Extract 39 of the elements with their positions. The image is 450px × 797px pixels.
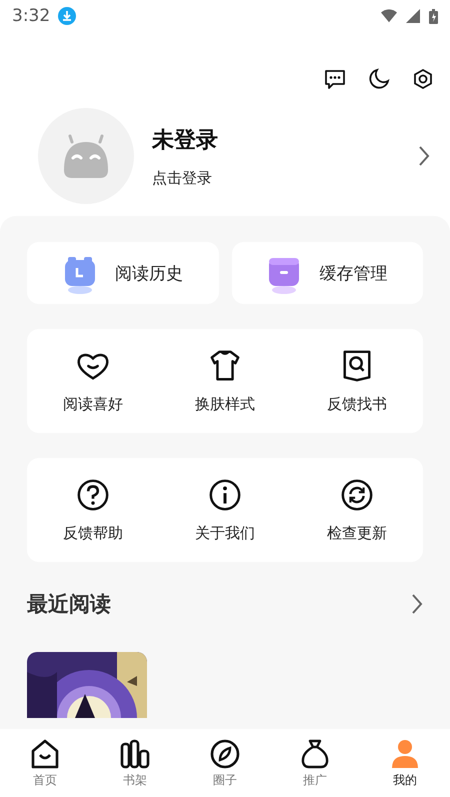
box-card-icon <box>267 256 302 296</box>
download-icon <box>58 7 76 25</box>
signal-icon <box>405 9 421 23</box>
status-time: 3:32 <box>12 6 50 26</box>
nav-tab[interactable]: 推广 <box>270 729 360 797</box>
chevron-right-icon <box>418 145 430 167</box>
nav-tab[interactable]: 首页 <box>0 729 90 797</box>
login-row[interactable]: 未登录 点击登录 <box>0 90 450 216</box>
menu-item[interactable]: 阅读喜好 <box>27 329 159 433</box>
battery-icon <box>429 8 438 24</box>
section-title: 最近阅读 <box>27 591 111 618</box>
menu-item[interactable]: 反馈找书 <box>291 329 423 433</box>
help-icon <box>76 478 110 512</box>
menu-item[interactable]: 反馈帮助 <box>27 458 159 562</box>
nav-tab[interactable]: 书架 <box>90 729 180 797</box>
shirt-icon <box>208 348 242 382</box>
chevron-right-icon[interactable] <box>411 593 423 615</box>
refresh-icon <box>340 478 374 512</box>
person-icon <box>389 738 421 770</box>
menu-item[interactable]: 检查更新 <box>291 458 423 562</box>
menu-item[interactable]: 换肤样式 <box>159 329 291 433</box>
message-icon[interactable] <box>324 68 346 90</box>
wifi-icon <box>381 9 397 23</box>
info-icon <box>208 478 242 512</box>
robot-avatar-icon <box>38 108 134 204</box>
nav-tab[interactable]: 圈子 <box>180 729 270 797</box>
money-bag-icon <box>299 738 331 770</box>
quick-card[interactable]: 阅读历史 <box>27 242 218 304</box>
nav-tab[interactable]: 我的 <box>360 729 450 797</box>
settings-icon[interactable] <box>412 68 434 90</box>
bookshelf-icon <box>119 738 151 770</box>
quick-card[interactable]: 缓存管理 <box>232 242 423 304</box>
house-icon <box>29 738 61 770</box>
compass-icon <box>209 738 241 770</box>
login-hint: 点击登录 <box>152 168 213 188</box>
user-name: 未登录 <box>152 126 219 154</box>
menu-item[interactable]: 关于我们 <box>159 458 291 562</box>
clock-card-icon <box>62 256 97 296</box>
moon-icon[interactable] <box>368 68 390 90</box>
